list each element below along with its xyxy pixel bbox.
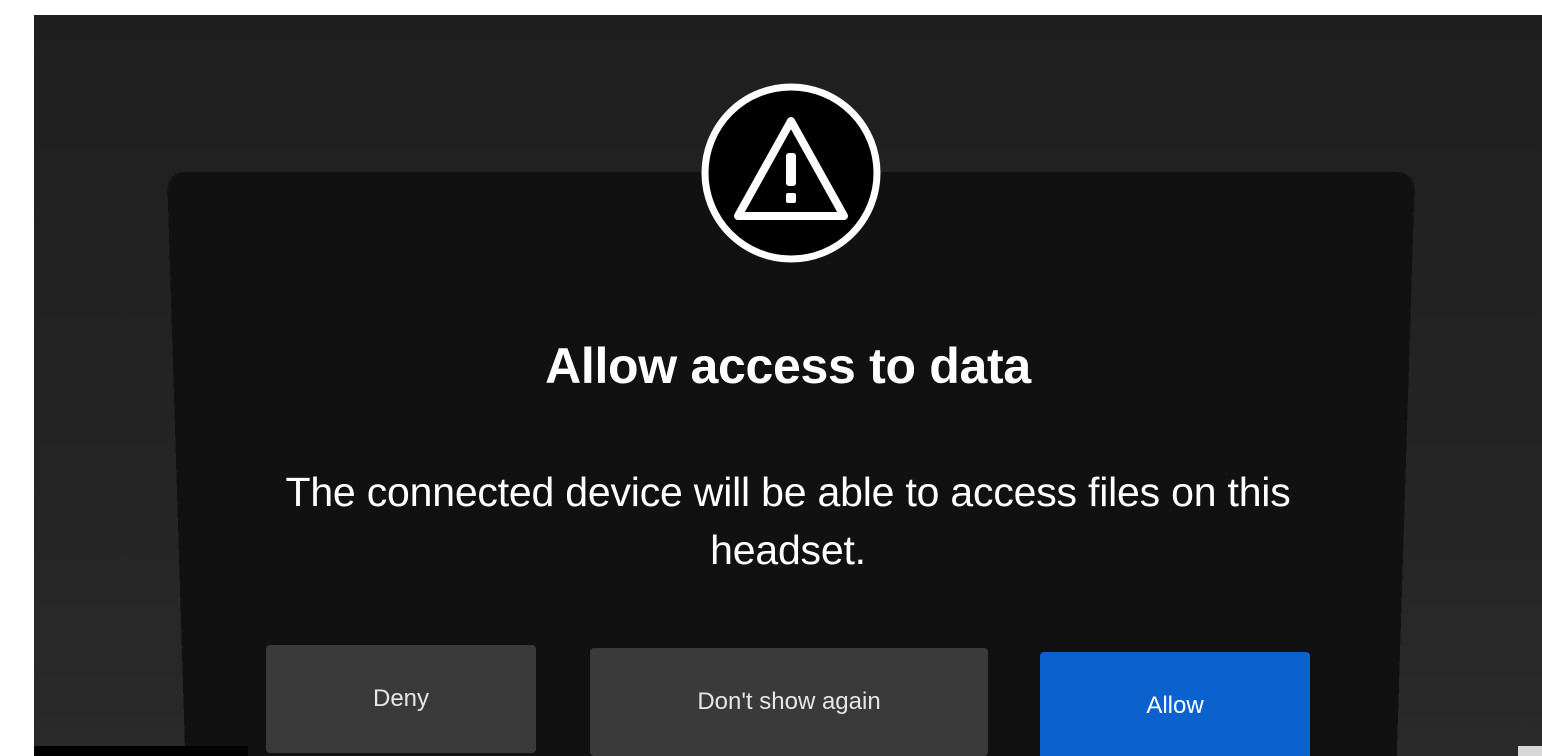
vr-viewport: Allow access to data The connected devic… xyxy=(34,15,1542,756)
corner-mark xyxy=(1518,746,1542,756)
dialog-message: The connected device will be able to acc… xyxy=(285,469,1291,573)
warning-icon xyxy=(699,81,883,265)
dialog-title: Allow access to data xyxy=(545,338,1031,394)
dont-show-again-button[interactable]: Don't show again xyxy=(590,648,988,756)
deny-button[interactable]: Deny xyxy=(266,645,536,753)
bottom-bar xyxy=(34,746,248,756)
allow-button[interactable]: Allow xyxy=(1040,652,1310,756)
